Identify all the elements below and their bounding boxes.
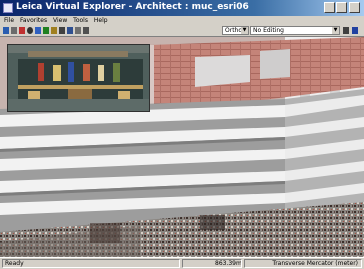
editing-value: No Editing [253, 27, 284, 34]
title-bar: Leica Virtual Explorer - Architect : muc… [0, 0, 364, 16]
projection-select[interactable]: Ortho ▼ [222, 26, 249, 35]
measure-icon[interactable] [51, 27, 57, 34]
status-coordinate: 863.39m [182, 259, 242, 268]
editing-select[interactable]: No Editing ▼ [250, 26, 340, 35]
zoom-icon[interactable] [35, 27, 41, 34]
status-bar: Ready 863.39m Transverse Mercator (meter… [0, 257, 364, 269]
menu-view[interactable]: View [53, 17, 67, 24]
nav-icon[interactable] [27, 27, 33, 34]
glockenspiel-image [8, 45, 149, 111]
print-icon[interactable] [19, 27, 25, 34]
window-title: Leica Virtual Explorer - Architect : muc… [16, 2, 249, 12]
menu-help[interactable]: Help [94, 17, 108, 24]
save-icon[interactable] [11, 27, 17, 34]
menu-tools[interactable]: Tools [73, 17, 88, 24]
pointer-icon[interactable] [343, 27, 349, 34]
inset-photo [7, 44, 150, 112]
status-message: Ready [2, 259, 180, 268]
menu-file[interactable]: File [4, 17, 14, 24]
toolbar: Ortho ▼ No Editing ▼ [0, 25, 364, 37]
layer-icon[interactable] [43, 27, 49, 34]
help-icon[interactable] [352, 27, 358, 34]
menu-bar: File Favorites View Tools Help [0, 16, 364, 25]
3d-viewport[interactable] [0, 37, 364, 257]
projection-value: Ortho [225, 27, 243, 34]
chevron-down-icon[interactable]: ▼ [241, 27, 248, 34]
toolbar-extra-icon[interactable] [75, 27, 81, 34]
app-icon [3, 3, 13, 13]
status-projection: Transverse Mercator (meter) [244, 259, 362, 268]
grid-icon[interactable] [59, 27, 65, 34]
chevron-down-icon[interactable]: ▼ [332, 27, 339, 34]
minimize-icon[interactable] [324, 2, 335, 13]
coordinate-value: 863.39m [215, 260, 242, 267]
maximize-icon[interactable] [336, 2, 347, 13]
toolbar-extra2-icon[interactable] [83, 27, 89, 34]
new-icon[interactable] [3, 27, 9, 34]
close-icon[interactable] [349, 2, 360, 13]
settings-icon[interactable] [67, 27, 73, 34]
menu-favorites[interactable]: Favorites [20, 17, 47, 24]
